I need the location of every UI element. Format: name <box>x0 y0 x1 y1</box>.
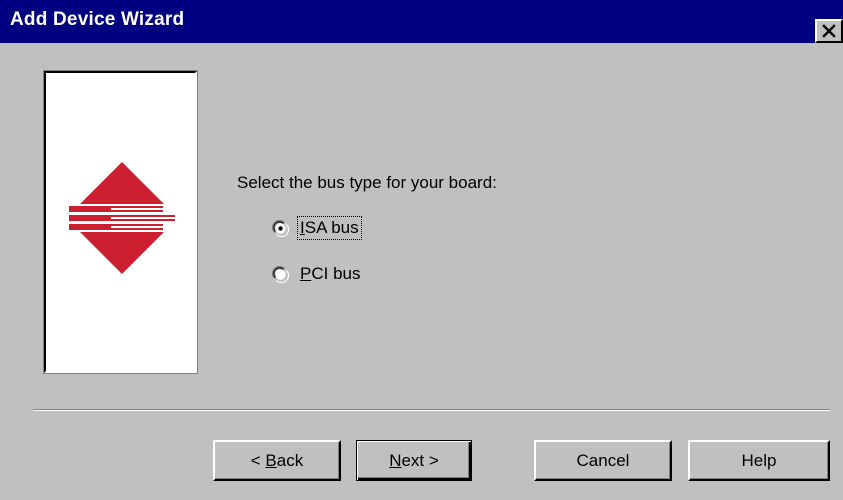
help-button[interactable]: Help <box>688 440 830 481</box>
wizard-art-panel <box>43 70 198 374</box>
bus-type-prompt: Select the bus type for your board: <box>237 173 497 192</box>
next-button[interactable]: Next > <box>356 440 472 481</box>
pci-bus-radio[interactable]: PCI bus <box>271 262 362 286</box>
add-device-wizard-window: Add Device Wizard Select the bus type fo… <box>0 0 843 500</box>
isa-bus-label[interactable]: ISA bus <box>297 216 362 240</box>
isa-bus-radio[interactable]: ISA bus <box>271 216 362 240</box>
help-button-label: Help <box>741 450 777 470</box>
cancel-button[interactable]: Cancel <box>534 440 672 481</box>
cancel-button-label: Cancel <box>576 450 630 470</box>
title-bar[interactable]: Add Device Wizard <box>0 0 843 43</box>
button-separator <box>33 409 830 411</box>
back-button-label: < Back <box>250 450 304 470</box>
close-icon <box>822 24 836 38</box>
pci-bus-label[interactable]: PCI bus <box>298 263 362 285</box>
close-button[interactable] <box>815 19 843 43</box>
radio-selected-icon[interactable] <box>271 219 290 237</box>
bus-arrows-icon <box>69 162 175 274</box>
back-button[interactable]: < Back <box>213 440 341 481</box>
next-button-label: Next > <box>389 450 439 470</box>
window-title: Add Device Wizard <box>10 9 185 30</box>
radio-unselected-icon[interactable] <box>271 265 290 283</box>
